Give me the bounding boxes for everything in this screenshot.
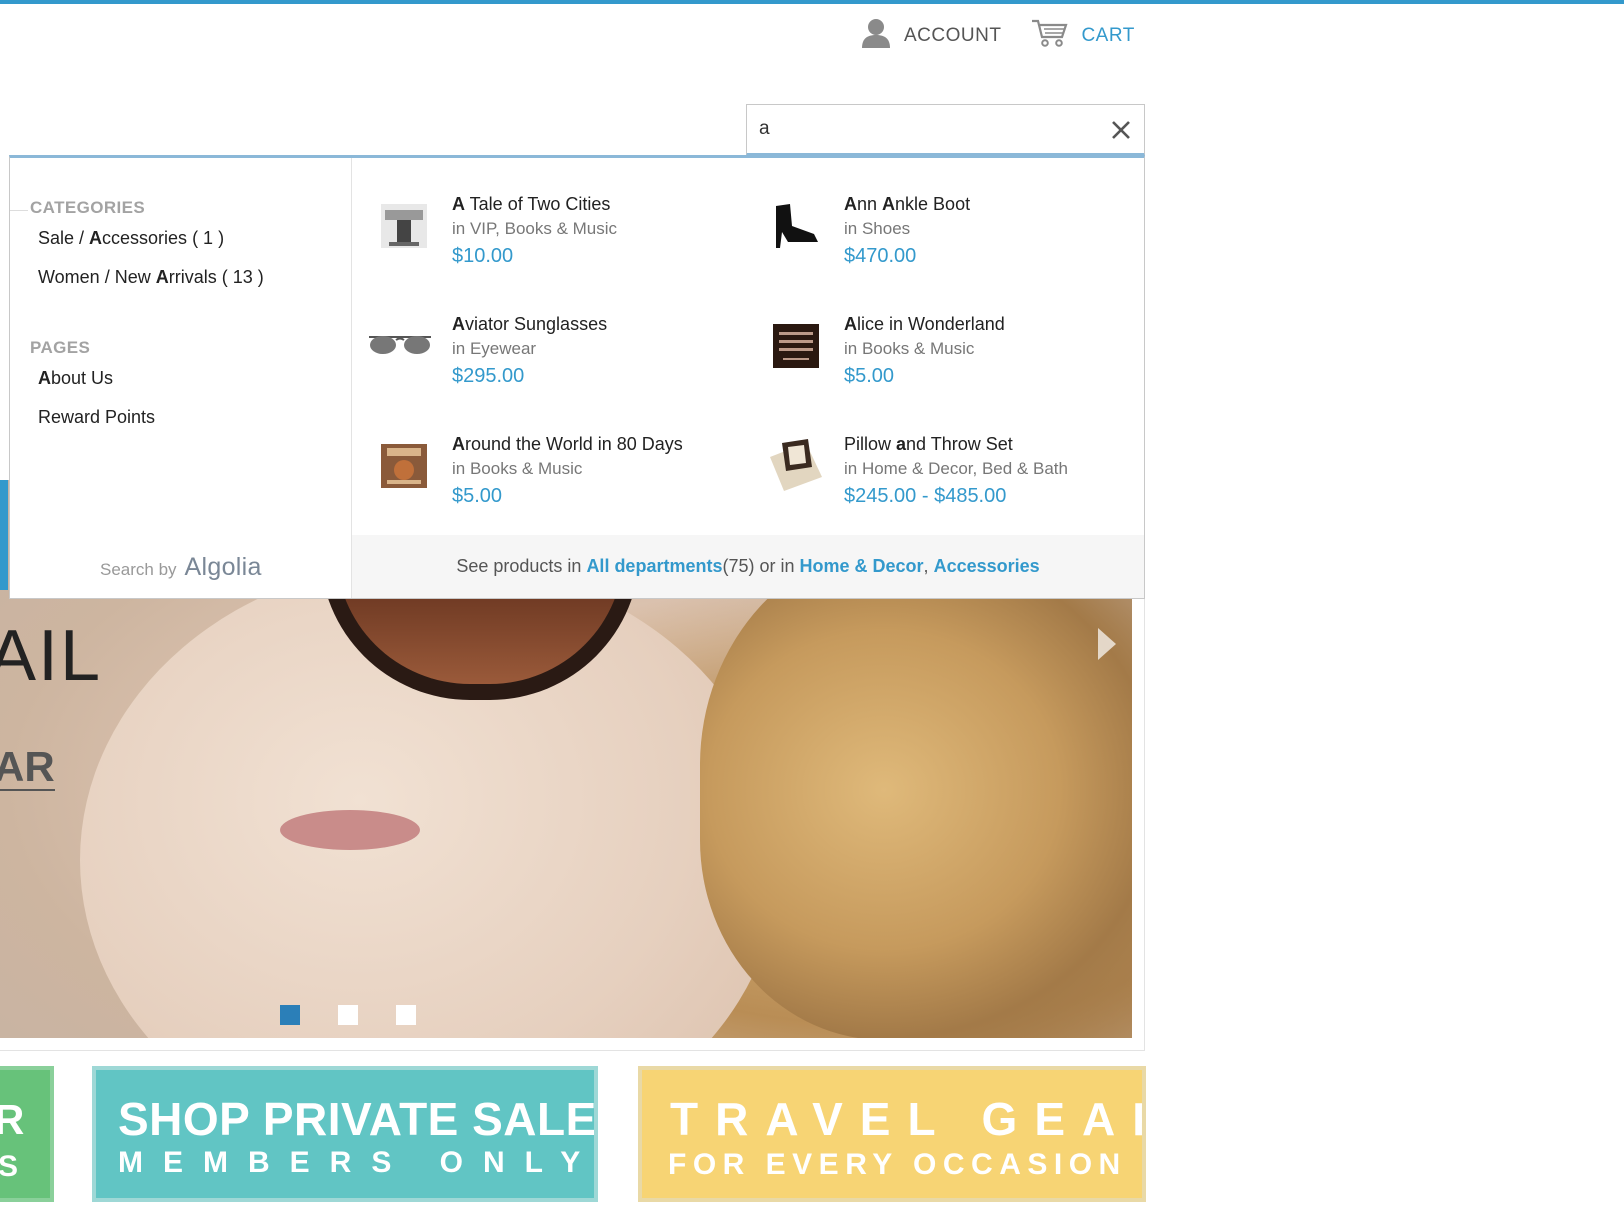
account-link[interactable]: ACCOUNT [860, 18, 1001, 54]
product-price: $5.00 [452, 485, 503, 507]
footer-count: (75) or in [722, 556, 795, 576]
product-hit[interactable]: Aviator Sunglasses in Eyewear $295.00 [366, 312, 607, 390]
product-hit[interactable]: Ann Ankle Boot in Shoes $470.00 [766, 192, 970, 270]
categories-title: CATEGORIES [30, 198, 146, 217]
product-hit[interactable]: A Tale of Two Cities in VIP, Books & Mus… [374, 192, 617, 270]
accessories-link[interactable]: Accessories [934, 556, 1040, 577]
product-category: in Shoes [844, 219, 911, 238]
product-price: $245.00 - $485.00 [844, 485, 1007, 507]
product-category: in Books & Music [844, 339, 975, 358]
page-item[interactable]: Reward Points [38, 407, 155, 428]
top-accent-bar [0, 0, 1624, 4]
product-name: Alice in Wonderland [844, 314, 1005, 334]
book-cover-icon [766, 316, 826, 376]
promo-line1: TRAVEL GEAR [670, 1093, 1146, 1145]
shopping-cart-icon [1031, 18, 1069, 54]
slider-dot-1[interactable] [280, 1005, 300, 1025]
all-departments-link[interactable]: All departments [586, 556, 722, 577]
user-icon [860, 18, 892, 54]
autocomplete-sidebar: CATEGORIES Sale / Accessories ( 1 ) Wome… [10, 158, 352, 598]
autocomplete-footer: See products in All departments (75) or … [352, 535, 1144, 598]
product-price: $470.00 [844, 245, 917, 267]
search-by-label: Search by [100, 560, 177, 579]
product-price: $295.00 [452, 365, 525, 387]
search-input[interactable] [747, 105, 1087, 153]
product-hit[interactable]: Alice in Wonderland in Books & Music $5.… [766, 312, 1005, 390]
slider-dot-2[interactable] [338, 1005, 358, 1025]
category-item[interactable]: Women / New Arrivals ( 13 ) [38, 267, 264, 288]
close-icon[interactable] [1110, 119, 1132, 141]
pillow-icon [766, 436, 826, 496]
cart-link[interactable]: CART [1031, 18, 1134, 54]
promo-line2: MEMBERS ONLY [118, 1146, 598, 1179]
book-cover-icon [374, 196, 434, 256]
product-name: Around the World in 80 Days [452, 434, 683, 454]
promo-line1: SHOP PRIVATE SALES [118, 1093, 598, 1145]
slider-dots [280, 1005, 416, 1025]
page-item[interactable]: About Us [38, 368, 113, 389]
product-category: in VIP, Books & Music [452, 219, 618, 238]
divider [0, 1050, 1145, 1051]
hero-lips [280, 810, 420, 850]
promo-banner-private-sales[interactable]: SHOP PRIVATE SALES MEMBERS ONLY [92, 1066, 598, 1202]
hero-headline: AIL [0, 616, 103, 696]
ankle-boot-icon [766, 196, 826, 256]
account-label: ACCOUNT [904, 25, 1002, 46]
hero-hair [700, 540, 1132, 1038]
algolia-logo: Algolia [184, 553, 262, 581]
product-category: in Books & Music [452, 459, 583, 478]
promo-banner-travel-gear[interactable]: TRAVEL GEAR FOR EVERY OCCASION [638, 1066, 1146, 1202]
product-category: in Home & Decor, Bed & Bath [844, 459, 1068, 478]
hero-accent-strip [0, 480, 8, 590]
home-decor-link[interactable]: Home & Decor [800, 556, 924, 577]
product-name: Aviator Sunglasses [452, 314, 608, 334]
promo-banner-green[interactable]: R S [0, 1066, 54, 1202]
promo-line2: S [0, 1150, 19, 1183]
search-by-algolia[interactable]: Search by Algolia [100, 553, 262, 582]
category-item[interactable]: Sale / Accessories ( 1 ) [38, 228, 224, 249]
divider [10, 210, 28, 211]
sunglasses-icon [366, 316, 434, 376]
product-price: $10.00 [452, 245, 514, 267]
hero-cta-link[interactable]: AR [0, 745, 55, 791]
autocomplete-results: A Tale of Two Cities in VIP, Books & Mus… [352, 158, 1144, 598]
product-name: A Tale of Two Cities [452, 194, 611, 214]
product-category: in Eyewear [452, 339, 537, 358]
search-box [746, 104, 1145, 156]
pages-title: PAGES [30, 338, 91, 357]
product-hit[interactable]: Pillow and Throw Set in Home & Decor, Be… [766, 432, 1068, 510]
book-cover-icon [374, 436, 434, 496]
autocomplete-dropdown: CATEGORIES Sale / Accessories ( 1 ) Wome… [9, 155, 1145, 599]
header-links: ACCOUNT CART [860, 18, 1135, 54]
cart-label: CART [1081, 25, 1135, 46]
footer-separator: , [923, 556, 929, 576]
product-hit[interactable]: Around the World in 80 Days in Books & M… [374, 432, 683, 510]
next-slide-arrow-icon[interactable] [1098, 628, 1116, 660]
product-name: Pillow and Throw Set [844, 434, 1013, 454]
product-name: Ann Ankle Boot [844, 194, 971, 214]
promo-line2: FOR EVERY OCCASION [668, 1148, 1127, 1181]
slider-dot-3[interactable] [396, 1005, 416, 1025]
footer-prefix: See products in [456, 556, 582, 576]
promo-line1: R [0, 1096, 24, 1144]
product-price: $5.00 [844, 365, 895, 387]
